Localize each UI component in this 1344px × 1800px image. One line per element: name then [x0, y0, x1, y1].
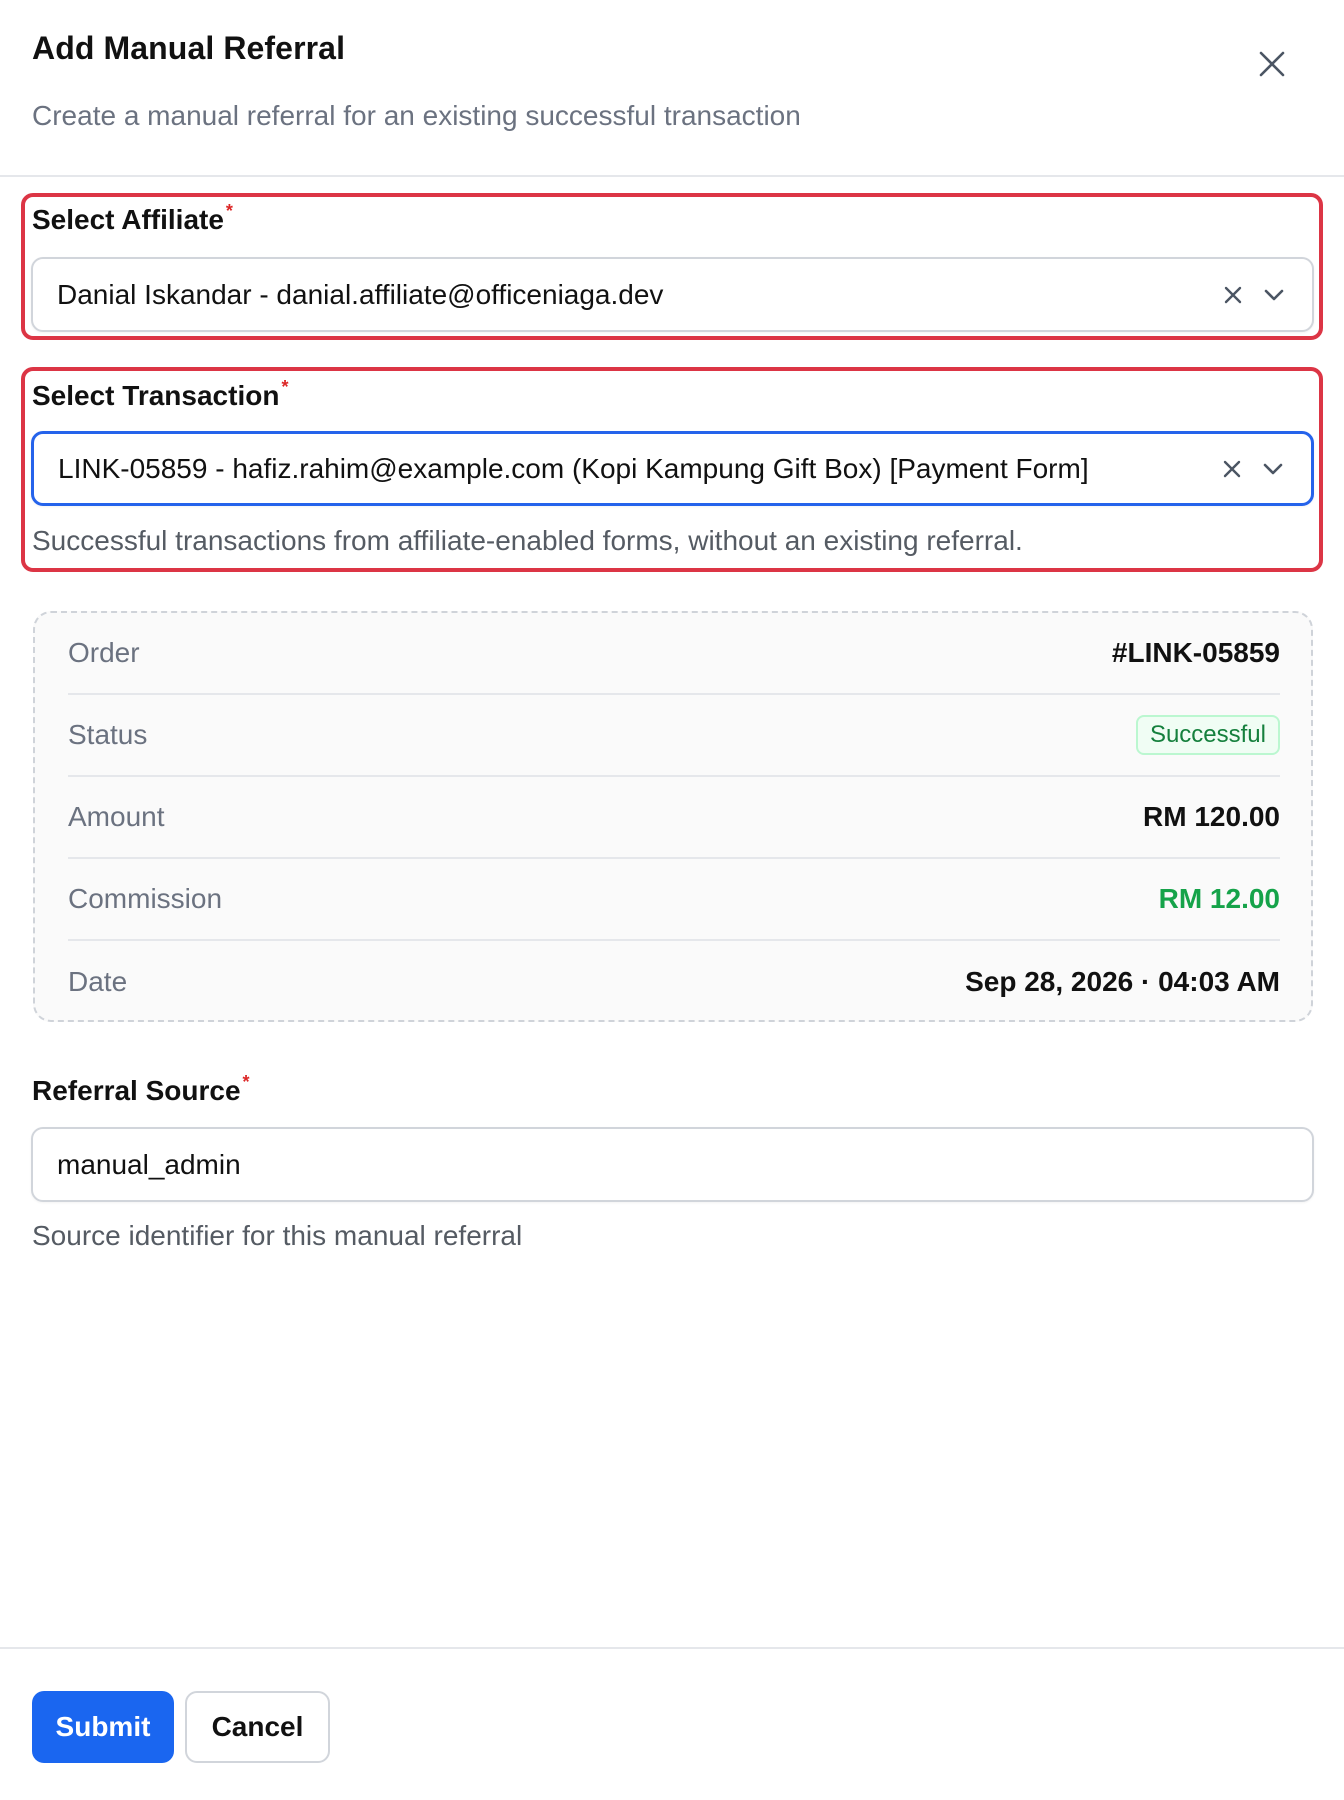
required-mark: *: [281, 377, 289, 397]
transaction-select[interactable]: LINK-05859 - hafiz.rahim@example.com (Ko…: [31, 431, 1314, 506]
required-mark: *: [242, 1072, 250, 1092]
dialog-subtitle: Create a manual referral for an existing…: [32, 100, 801, 131]
close-button[interactable]: [1252, 44, 1292, 84]
dialog-header: Add Manual Referral Create a manual refe…: [0, 0, 1344, 177]
affiliate-label: Select Affiliate *: [32, 201, 233, 235]
detail-row-date: Date Sep 28, 2026 · 04:03 AM: [68, 941, 1280, 1023]
transaction-help-text: Successful transactions from affiliate-e…: [32, 525, 1023, 556]
detail-row-status: Status Successful: [68, 695, 1280, 777]
date-value: Sep 28, 2026 · 04:03 AM: [965, 966, 1280, 997]
chevron-down-icon[interactable]: [1259, 455, 1287, 483]
affiliate-select-value: Danial Iskandar - danial.affiliate@offic…: [57, 278, 664, 310]
clear-x-icon[interactable]: [1220, 282, 1246, 308]
referral-source-help-text: Source identifier for this manual referr…: [32, 1220, 523, 1251]
transaction-details-panel: Order #LINK-05859 Status Successful Amou…: [33, 611, 1313, 1022]
detail-label: Status: [68, 719, 148, 750]
cancel-button[interactable]: Cancel: [185, 1691, 330, 1763]
dialog-footer: Submit Cancel: [0, 1647, 1344, 1800]
order-number: #LINK-05859: [1111, 637, 1280, 668]
transaction-select-value: LINK-05859 - hafiz.rahim@example.com (Ko…: [58, 452, 1089, 484]
required-mark: *: [225, 201, 233, 221]
detail-row-order: Order #LINK-05859: [68, 613, 1280, 695]
detail-row-commission: Commission RM 12.00: [68, 859, 1280, 941]
chevron-down-icon[interactable]: [1260, 281, 1288, 309]
submit-button[interactable]: Submit: [32, 1691, 174, 1763]
amount-value: RM 120.00: [1143, 801, 1280, 832]
detail-label: Amount: [68, 801, 165, 832]
referral-source-label: Referral Source *: [32, 1072, 250, 1106]
referral-source-input[interactable]: [31, 1127, 1314, 1202]
detail-row-amount: Amount RM 120.00: [68, 777, 1280, 859]
status-badge: Successful: [1135, 715, 1280, 755]
commission-value: RM 12.00: [1158, 883, 1280, 914]
detail-label: Commission: [68, 883, 223, 914]
transaction-label: Select Transaction *: [32, 377, 289, 411]
dialog-title: Add Manual Referral: [32, 30, 346, 66]
clear-x-icon[interactable]: [1219, 456, 1245, 482]
detail-label: Date: [68, 966, 128, 997]
detail-label: Order: [68, 637, 140, 668]
close-icon: [1252, 51, 1292, 88]
affiliate-select[interactable]: Danial Iskandar - danial.affiliate@offic…: [31, 257, 1314, 332]
